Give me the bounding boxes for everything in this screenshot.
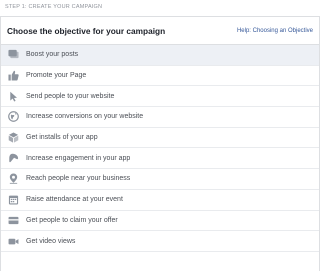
objective-website-traffic[interactable]: Send people to your website (1, 86, 319, 108)
objective-offer-claims[interactable]: Get people to claim your offer (1, 210, 319, 232)
objective-local-awareness[interactable]: Reach people near your business (1, 169, 319, 190)
objective-label: Get installs of your app (26, 134, 98, 142)
objective-label: Get video views (26, 237, 76, 245)
objective-video-views[interactable]: Get video views (1, 231, 319, 252)
objective-panel: Choose the objective for your campaign H… (0, 16, 320, 271)
objective-label: Send people to your website (26, 92, 115, 100)
calendar-icon (7, 194, 19, 206)
objective-label: Increase conversions on your website (26, 113, 144, 121)
objective-promote-page[interactable]: Promote your Page (1, 65, 319, 87)
objective-label: Reach people near your business (26, 175, 131, 183)
objective-label: Promote your Page (26, 72, 87, 80)
objective-event-responses[interactable]: Raise attendance at your event (1, 189, 319, 211)
map-pin-icon (7, 173, 19, 185)
thumbs-up-icon (7, 70, 19, 82)
objective-label: Raise attendance at your event (26, 196, 123, 204)
step-label: STEP 1: CREATE YOUR CAMPAIGN (5, 4, 103, 10)
cursor-icon (7, 90, 19, 102)
globe-icon (7, 111, 19, 123)
objective-label: Boost your posts (26, 51, 79, 59)
objective-conversions[interactable]: Increase conversions on your website (1, 107, 319, 128)
objective-list: Boost your posts Promote your Page Send … (1, 45, 319, 252)
panel-title: Choose the objective for your campaign (7, 25, 166, 36)
cube-icon (7, 132, 19, 144)
video-camera-icon (7, 235, 19, 247)
objective-label: Get people to claim your offer (26, 216, 118, 224)
help-link[interactable]: Help: Choosing an Objective (237, 28, 313, 34)
panel-header: Choose the objective for your campaign H… (1, 17, 319, 45)
offer-icon (7, 214, 19, 226)
objective-app-installs[interactable]: Get installs of your app (1, 127, 319, 149)
posts-icon (7, 49, 19, 61)
joystick-icon (7, 152, 19, 164)
objective-app-engagement[interactable]: Increase engagement in your app (1, 148, 319, 170)
objective-label: Increase engagement in your app (26, 154, 131, 162)
objective-boost-posts[interactable]: Boost your posts (1, 45, 319, 66)
